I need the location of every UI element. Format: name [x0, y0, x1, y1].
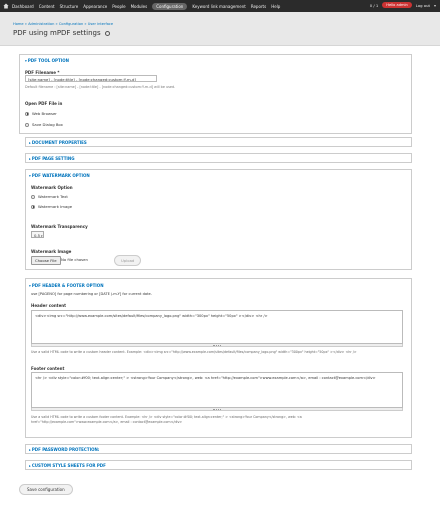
radio-web-browser[interactable]: Web Browser	[25, 111, 57, 116]
toolbar-toggle-icon[interactable]: ▾	[434, 3, 436, 8]
legend-watermark[interactable]: ▾PDF WATERMARK OPTION	[29, 173, 90, 178]
radio-button[interactable]	[31, 204, 35, 209]
legend-document-properties[interactable]: ▸DOCUMENT PROPERTIES	[29, 140, 87, 145]
resize-grip[interactable]	[31, 408, 403, 411]
upload-button[interactable]: Upload	[114, 255, 142, 266]
collapse-icon: ▾	[29, 174, 31, 178]
watermark-image-label: Watermark Image	[31, 249, 72, 254]
logout-link[interactable]: Log out	[416, 3, 430, 8]
fieldset-watermark: ▾PDF WATERMARK OPTION Watermark Option W…	[25, 169, 412, 270]
open-pdf-label: Open PDF File in	[25, 101, 63, 106]
home-icon[interactable]	[3, 3, 9, 9]
page-title: PDF using mPDF settings	[13, 29, 110, 37]
fieldset-document-properties: ▸DOCUMENT PROPERTIES	[25, 137, 412, 147]
filename-description: Default filename : [site:name] - [node:t…	[25, 85, 176, 89]
transparency-label: Watermark Transparency	[31, 224, 88, 229]
gear-icon[interactable]	[104, 30, 110, 36]
no-file-chosen: No file chosen	[61, 257, 88, 262]
header-content-label: Header content	[31, 303, 67, 308]
legend-header-footer[interactable]: ▾PDF HEADER & FOOTER OPTION	[29, 283, 104, 288]
expand-icon: ▸	[29, 157, 31, 161]
radio-button[interactable]	[31, 194, 35, 199]
footer-content-textarea[interactable]: <hr /> <div style="color:#f00; text-alig…	[31, 372, 403, 408]
choose-file-button[interactable]: Choose File	[31, 256, 61, 265]
header-content-help: Use a valid HTML code to write a custom …	[31, 350, 357, 354]
toolbar-people[interactable]: People	[112, 4, 125, 9]
watermark-option-label: Watermark Option	[31, 185, 73, 190]
footer-content-label: Footer content	[31, 366, 65, 371]
save-configuration-button[interactable]: Save configuration	[19, 484, 73, 495]
toolbar-configuration[interactable]: Configuration	[152, 2, 188, 10]
toolbar-modules[interactable]: Modules	[131, 4, 148, 9]
header-content-textarea[interactable]: <div><img src="http://www.example.com/si…	[31, 310, 403, 344]
chevron-down-icon: ▾	[41, 234, 43, 238]
toolbar-user-area: 0 / 1 Hello admin Log out ▾	[370, 2, 436, 8]
legend-page-setting[interactable]: ▸PDF PAGE SETTING	[29, 156, 75, 161]
toolbar-content[interactable]: Content	[39, 4, 55, 9]
fieldset-page-setting: ▸PDF PAGE SETTING	[25, 153, 412, 163]
fieldset-header-footer: ▾PDF HEADER & FOOTER OPTION use [PAGENO]…	[25, 278, 412, 438]
toolbar-dashboard[interactable]: Dashboard	[12, 4, 34, 9]
admin-toolbar: Dashboard Content Structure Appearance P…	[0, 0, 440, 12]
toolbar-keyword-link[interactable]: Keyword link management	[192, 4, 246, 9]
radio-save-dialog[interactable]: Save Dialog Box	[25, 122, 63, 127]
filename-input[interactable]: [site:name] - [node:title] - [node:chang…	[25, 75, 157, 82]
legend-custom-css[interactable]: ▸CUSTOM STYLE SHEETS FOR PDF	[29, 463, 106, 468]
fieldset-custom-css: ▸CUSTOM STYLE SHEETS FOR PDF	[25, 460, 412, 470]
page-header: Home » Administration » Configuration » …	[0, 12, 440, 46]
collapse-icon: ▾	[29, 284, 31, 288]
radio-watermark-text[interactable]: Watermark Text	[31, 194, 68, 199]
breadcrumb[interactable]: Home » Administration » Configuration » …	[13, 22, 113, 26]
fieldset-password-protection: ▸PDF PASSWORD PROTECTION:	[25, 444, 412, 454]
transparency-select[interactable]: 0.5▾	[31, 231, 44, 238]
toolbar-help[interactable]: Help	[271, 4, 280, 9]
toolbar-appearance[interactable]: Appearance	[83, 4, 107, 9]
footer-content-help-line-2: href="http://example.com">www.example.co…	[31, 420, 183, 424]
settings-form: ▾PDF TOOL OPTION PDF Filename * [site:na…	[0, 46, 440, 524]
legend-password-protection[interactable]: ▸PDF PASSWORD PROTECTION:	[29, 447, 99, 452]
collapse-icon: ▾	[25, 59, 27, 63]
radio-button[interactable]	[25, 122, 29, 127]
legend-pdf-tool[interactable]: ▾PDF TOOL OPTION	[25, 58, 69, 63]
user-counter: 0 / 1	[369, 2, 379, 8]
expand-icon: ▸	[29, 141, 31, 145]
hello-user-link[interactable]: Hello admin	[382, 2, 412, 8]
radio-button[interactable]	[25, 111, 29, 116]
radio-watermark-image[interactable]: Watermark Image	[31, 204, 72, 209]
toolbar-structure[interactable]: Structure	[60, 4, 79, 9]
expand-icon: ▸	[29, 464, 31, 468]
resize-grip[interactable]	[31, 344, 403, 347]
fieldset-pdf-tool: ▾PDF TOOL OPTION PDF Filename * [site:na…	[19, 54, 412, 134]
page-title-text: PDF using mPDF settings	[13, 29, 101, 37]
header-footer-intro: use [PAGENO] for page numbering or [DATE…	[31, 292, 152, 296]
expand-icon: ▸	[29, 448, 31, 452]
toolbar-reports[interactable]: Reports	[251, 4, 266, 9]
